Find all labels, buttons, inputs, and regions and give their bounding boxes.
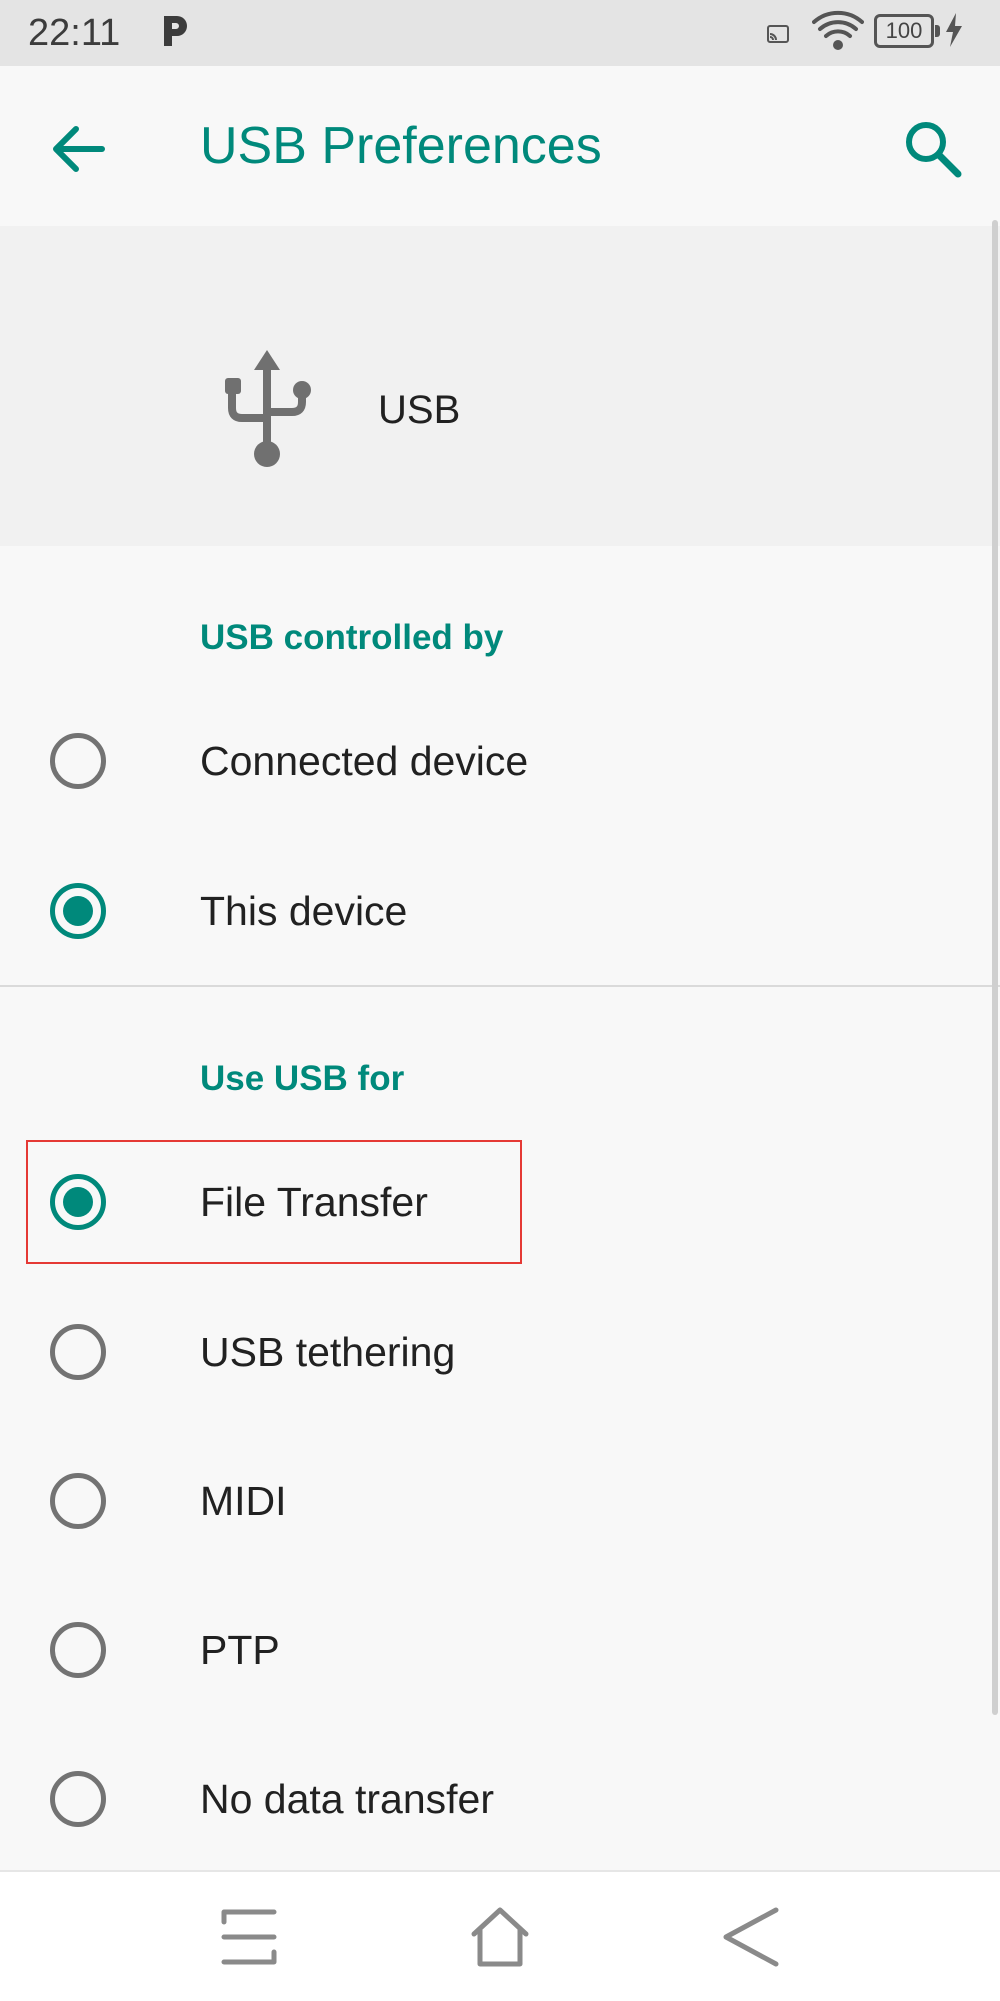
selection-highlight	[26, 1140, 522, 1264]
search-icon[interactable]	[896, 112, 970, 186]
scrollbar[interactable]	[992, 220, 998, 1715]
menu-icon[interactable]	[214, 1902, 286, 1972]
option-label: No data transfer	[200, 1776, 494, 1822]
section-divider	[0, 985, 1000, 987]
radio-usb-tethering[interactable]	[50, 1324, 106, 1380]
usb-icon	[222, 350, 312, 475]
radio-row-connected-device[interactable]: Connected device	[0, 686, 1000, 836]
radio-row-this-device[interactable]: This device	[0, 836, 1000, 986]
home-icon[interactable]	[464, 1902, 536, 1972]
page-title: USB Preferences	[200, 117, 602, 175]
back-chevron-icon[interactable]	[714, 1902, 786, 1972]
radio-no-data-transfer[interactable]	[50, 1771, 106, 1827]
status-bar: 22:11 100	[0, 0, 1000, 66]
p-notification-icon	[160, 14, 190, 53]
usb-header: USB	[0, 226, 1000, 546]
option-label: USB tethering	[200, 1329, 456, 1375]
cast-icon	[766, 24, 790, 49]
app-bar: USB Preferences	[0, 66, 1000, 226]
navigation-bar	[0, 1870, 1000, 2001]
status-time: 22:11	[28, 12, 121, 54]
arrow-left-icon[interactable]	[40, 112, 114, 186]
radio-row-midi[interactable]: MIDI	[0, 1426, 1000, 1576]
radio-midi[interactable]	[50, 1473, 106, 1529]
radio-this-device[interactable]	[50, 883, 106, 939]
radio-row-ptp[interactable]: PTP	[0, 1575, 1000, 1725]
option-label: This device	[200, 888, 408, 934]
section-title-use-usb-for: Use USB for	[200, 1059, 405, 1098]
radio-row-usb-tethering[interactable]: USB tethering	[0, 1277, 1000, 1427]
option-label: PTP	[200, 1627, 280, 1673]
charging-bolt-icon	[944, 12, 964, 53]
radio-connected-device[interactable]	[50, 733, 106, 789]
battery-icon: 100	[874, 14, 940, 48]
wifi-icon	[812, 10, 864, 57]
option-label: MIDI	[200, 1478, 287, 1524]
option-label: Connected device	[200, 738, 529, 784]
radio-row-no-data-transfer[interactable]: No data transfer	[0, 1724, 1000, 1874]
section-title-controlled-by: USB controlled by	[200, 618, 504, 657]
radio-ptp[interactable]	[50, 1622, 106, 1678]
battery-level: 100	[885, 18, 923, 43]
usb-label: USB	[378, 388, 461, 432]
